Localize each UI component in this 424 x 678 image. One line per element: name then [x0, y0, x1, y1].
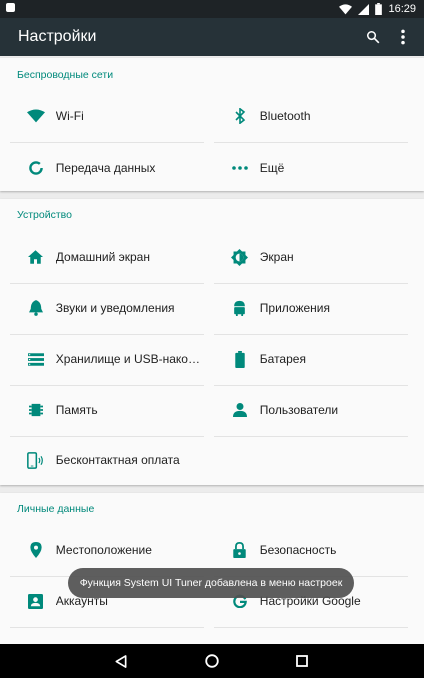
setting-data-usage[interactable]: Передача данных: [10, 143, 200, 193]
bell-icon: [28, 300, 43, 316]
setting-label: Звуки и уведомления: [55, 301, 175, 315]
recents-icon: [296, 655, 308, 667]
clock: 16:29: [388, 3, 416, 15]
account-box-icon: [28, 593, 44, 609]
device-section: Устройство Домашний экран Экран Звуки и …: [0, 199, 424, 485]
person-icon: [232, 403, 247, 417]
search-button[interactable]: [360, 24, 386, 50]
recents-button[interactable]: [290, 649, 314, 673]
setting-display[interactable]: Экран: [214, 232, 404, 282]
home-button[interactable]: [200, 649, 224, 673]
setting-label: Домашний экран: [55, 250, 150, 264]
back-button[interactable]: [109, 649, 133, 673]
search-icon: [366, 30, 380, 44]
setting-label: Приложения: [259, 301, 330, 315]
more-options-button[interactable]: [390, 24, 416, 50]
wireless-section: Беспроводные сети Wi-Fi Bluetooth Переда…: [0, 58, 424, 191]
divider: [214, 627, 408, 628]
setting-label: Безопасность: [259, 543, 337, 557]
bluetooth-icon: [235, 108, 246, 124]
section-title-personal: Личные данные: [17, 503, 95, 515]
divider: [10, 627, 204, 628]
memory-icon: [28, 403, 43, 417]
setting-more[interactable]: Ещё: [214, 143, 404, 193]
settings-list[interactable]: Беспроводные сети Wi-Fi Bluetooth Переда…: [0, 56, 424, 644]
data-usage-icon: [29, 161, 43, 175]
navigation-bar: [0, 644, 424, 678]
setting-apps[interactable]: Приложения: [214, 283, 404, 333]
setting-label: Ещё: [259, 161, 285, 175]
setting-label: Батарея: [259, 352, 306, 366]
storage-icon: [27, 352, 44, 366]
android-icon: [234, 300, 246, 316]
setting-label: Память: [55, 403, 98, 417]
more-horiz-icon: [232, 166, 248, 170]
wifi-icon: [26, 109, 45, 123]
setting-label: Хранилище и USB-накопит.: [55, 352, 200, 366]
lock-icon: [233, 542, 247, 558]
home-circle-icon: [205, 654, 219, 668]
setting-label: Местоположение: [55, 543, 152, 557]
section-title-wireless: Беспроводные сети: [17, 69, 114, 81]
setting-storage[interactable]: Хранилище и USB-накопит.: [10, 334, 200, 384]
setting-users[interactable]: Пользователи: [214, 385, 404, 435]
toast-text: Функция System UI Tuner добавлена в меню…: [79, 577, 343, 589]
setting-label: Передача данных: [55, 161, 156, 175]
notification-icon: [6, 3, 15, 12]
back-icon: [115, 654, 127, 668]
section-title-device: Устройство: [17, 209, 72, 221]
battery-icon: [235, 350, 245, 368]
setting-memory[interactable]: Память: [10, 385, 200, 435]
setting-wifi[interactable]: Wi-Fi: [10, 91, 200, 141]
setting-sound[interactable]: Звуки и уведомления: [10, 283, 200, 333]
page-title: Настройки: [18, 28, 97, 45]
setting-bluetooth[interactable]: Bluetooth: [214, 91, 404, 141]
setting-label: Пользователи: [259, 403, 339, 417]
more-vert-icon: [401, 29, 405, 45]
status-bar: 16:29: [0, 0, 424, 18]
brightness-icon: [231, 248, 249, 266]
nfc-payment-icon: [27, 451, 44, 469]
app-bar: Настройки: [0, 18, 424, 56]
setting-nfc-payment[interactable]: Бесконтактная оплата: [10, 435, 200, 485]
setting-label: Bluetooth: [259, 109, 311, 123]
setting-label: Экран: [259, 250, 294, 264]
toast-message: Функция System UI Tuner добавлена в меню…: [68, 568, 354, 598]
setting-home-screen[interactable]: Домашний экран: [10, 232, 200, 282]
setting-battery[interactable]: Батарея: [214, 334, 404, 384]
wifi-signal-icon: [339, 3, 353, 14]
setting-label: Wi-Fi: [55, 109, 84, 123]
location-icon: [30, 542, 42, 558]
setting-label: Бесконтактная оплата: [55, 453, 180, 467]
home-icon: [28, 250, 44, 264]
divider: [214, 436, 408, 437]
cell-signal-icon: [358, 3, 370, 15]
battery-status-icon: [375, 3, 383, 15]
